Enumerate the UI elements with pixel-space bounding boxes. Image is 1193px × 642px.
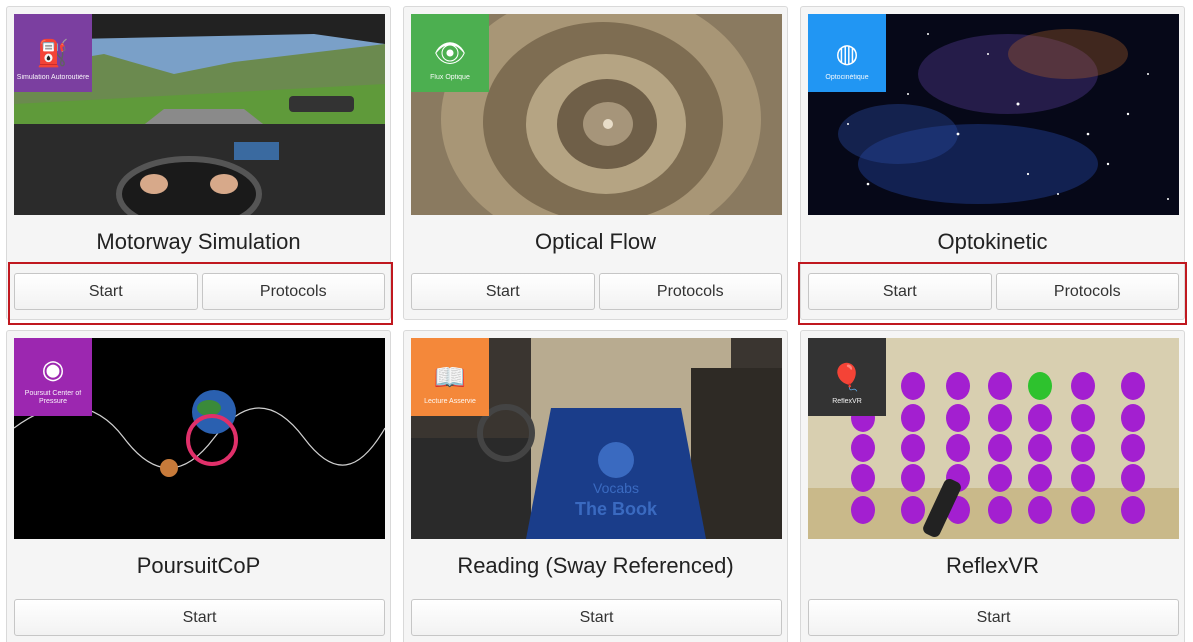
balloon bbox=[1071, 496, 1095, 524]
start-button[interactable]: Start bbox=[808, 599, 1179, 636]
book-cover-line2: The Book bbox=[575, 499, 658, 519]
balloon bbox=[1028, 496, 1052, 524]
reading-thumbnail: Vocabs The Book 📖 Lecture Asservie bbox=[411, 338, 782, 539]
reflexvr-badge: 🎈 ReflexVR bbox=[808, 338, 886, 416]
card-optokinetic: ◍ Optocinétique Optokinetic Start Protoc… bbox=[800, 6, 1185, 320]
card-title: Optical Flow bbox=[534, 229, 657, 254]
card-title: Reading (Sway Referenced) bbox=[457, 553, 734, 578]
balloon bbox=[988, 372, 1012, 400]
balloon bbox=[901, 404, 925, 432]
optokinetic-badge: ◍ Optocinétique bbox=[808, 14, 886, 92]
balloon bbox=[1121, 464, 1145, 492]
start-button[interactable]: Start bbox=[14, 599, 385, 636]
poursuitcop-thumbnail: ◉ Poursuit Center of Pressure bbox=[14, 338, 385, 539]
button-row: Start Protocols bbox=[14, 273, 385, 312]
balloon bbox=[851, 434, 875, 462]
balloon-icon: 🎈 bbox=[830, 362, 864, 392]
start-button[interactable]: Start bbox=[411, 599, 782, 636]
eye-icon: 👁 bbox=[433, 38, 467, 68]
start-button[interactable]: Start bbox=[411, 273, 595, 310]
book-icon: 📖 bbox=[433, 362, 467, 392]
optical-flow-badge-label: Flux Optique bbox=[430, 74, 470, 81]
card-title: Motorway Simulation bbox=[96, 229, 301, 254]
balloon bbox=[1121, 404, 1145, 432]
card-poursuitcop: ◉ Poursuit Center of Pressure PoursuitCo… bbox=[6, 330, 391, 642]
balloon bbox=[901, 372, 925, 400]
balloon bbox=[1121, 496, 1145, 524]
balloon bbox=[1121, 372, 1145, 400]
button-row: Start bbox=[808, 599, 1179, 638]
optical-flow-thumbnail: 👁 Flux Optique bbox=[411, 14, 782, 215]
balloon bbox=[946, 372, 970, 400]
balloon bbox=[1028, 434, 1052, 462]
protocols-button[interactable]: Protocols bbox=[598, 273, 782, 310]
balloon bbox=[1071, 464, 1095, 492]
card-reading-sway-referenced: Vocabs The Book 📖 Lecture Asservie Readi… bbox=[403, 330, 788, 642]
protocols-button[interactable]: Protocols bbox=[995, 273, 1179, 310]
card-title: ReflexVR bbox=[946, 553, 1039, 578]
target-icon: ◉ bbox=[41, 354, 65, 384]
start-button[interactable]: Start bbox=[808, 273, 992, 310]
balloon bbox=[901, 464, 925, 492]
balloon bbox=[988, 496, 1012, 524]
balloon bbox=[988, 464, 1012, 492]
optokinetic-thumbnail: ◍ Optocinétique bbox=[808, 14, 1179, 215]
motorway-icon: ⛽ bbox=[36, 38, 70, 68]
card-reflexvr: 🎈 ReflexVR ReflexVR Start bbox=[800, 330, 1185, 642]
striped-sphere-icon: ◍ bbox=[835, 38, 859, 68]
reading-badge: 📖 Lecture Asservie bbox=[411, 338, 489, 416]
button-row: Start Protocols bbox=[808, 273, 1179, 312]
button-row: Start bbox=[411, 599, 782, 638]
motorway-badge: ⛽ Simulation Autoroutière bbox=[14, 14, 92, 92]
motorway-badge-label: Simulation Autoroutière bbox=[16, 74, 90, 81]
button-row: Start bbox=[14, 599, 385, 638]
card-optical-flow: 👁 Flux Optique Optical Flow Start Protoc… bbox=[403, 6, 788, 320]
balloon bbox=[1028, 464, 1052, 492]
balloon bbox=[851, 464, 875, 492]
protocols-button[interactable]: Protocols bbox=[201, 273, 385, 310]
balloon bbox=[901, 434, 925, 462]
poursuitcop-badge: ◉ Poursuit Center of Pressure bbox=[14, 338, 92, 416]
balloon bbox=[1071, 434, 1095, 462]
card-motorway-simulation: ⛽ Simulation Autoroutière Motorway Simul… bbox=[6, 6, 391, 320]
card-title: PoursuitCoP bbox=[136, 553, 261, 578]
balloon bbox=[1028, 404, 1052, 432]
poursuitcop-badge-label: Poursuit Center of Pressure bbox=[24, 390, 82, 405]
card-title: Optokinetic bbox=[937, 229, 1048, 254]
motorway-thumbnail: ⛽ Simulation Autoroutière bbox=[14, 14, 385, 215]
balloon bbox=[946, 404, 970, 432]
balloon bbox=[1121, 434, 1145, 462]
balloon bbox=[1071, 372, 1095, 400]
balloon bbox=[851, 496, 875, 524]
balloon bbox=[1071, 404, 1095, 432]
reading-badge-label: Lecture Asservie bbox=[424, 398, 476, 405]
button-row: Start Protocols bbox=[411, 273, 782, 312]
balloon bbox=[988, 404, 1012, 432]
optical-flow-badge: 👁 Flux Optique bbox=[411, 14, 489, 92]
reflexvr-thumbnail: 🎈 ReflexVR bbox=[808, 338, 1179, 539]
start-button[interactable]: Start bbox=[14, 273, 198, 310]
book-cover-line1: Vocabs bbox=[593, 480, 639, 496]
balloon bbox=[1028, 372, 1052, 400]
balloon bbox=[901, 496, 925, 524]
balloon bbox=[946, 434, 970, 462]
reflexvr-badge-label: ReflexVR bbox=[832, 398, 862, 405]
optokinetic-badge-label: Optocinétique bbox=[825, 74, 869, 81]
balloon bbox=[988, 434, 1012, 462]
